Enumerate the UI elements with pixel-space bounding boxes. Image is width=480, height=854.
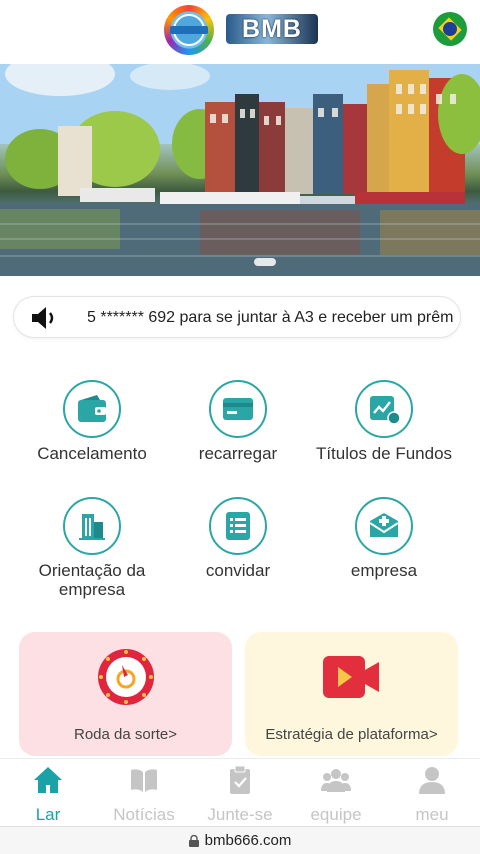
list-icon: [209, 497, 267, 555]
tab-noticias[interactable]: Notícias: [96, 759, 192, 827]
tab-lar[interactable]: Lar: [0, 759, 96, 827]
grid-label: recarregar: [198, 444, 278, 463]
browser-url-bar[interactable]: bmb666.com: [0, 826, 480, 854]
lucky-wheel-card[interactable]: Roda da sorte>: [19, 632, 232, 756]
grid-label: convidar: [205, 561, 271, 580]
tab-meu[interactable]: meu: [384, 759, 480, 827]
bottom-tab-bar: Lar Notícias Junte-se equipe meu: [0, 758, 480, 826]
card-icon: [209, 380, 267, 438]
brazil-flag-icon[interactable]: [433, 12, 467, 46]
news-icon: [131, 769, 157, 792]
grid-item-empresa[interactable]: empresa: [304, 497, 464, 587]
clipboard-icon: [230, 765, 250, 794]
user-icon: [419, 767, 445, 794]
globe-logo-icon: [164, 5, 214, 55]
hero-banner[interactable]: [0, 64, 480, 276]
brand-logo: BMB: [226, 14, 318, 44]
grid-label: Orientação da empresa: [38, 561, 146, 599]
announcement-marquee: 5 ******* 692 para se juntar à A3 e rece…: [13, 296, 461, 338]
tab-junte-se[interactable]: Junte-se: [192, 759, 288, 827]
tab-label: meu: [415, 805, 449, 824]
mail-icon: [355, 497, 413, 555]
platform-strategy-card[interactable]: Estratégia de plataforma>: [245, 632, 458, 756]
grid-item-titulos-de-fundos[interactable]: Títulos de Fundos: [304, 380, 464, 470]
wallet-icon: [63, 380, 121, 438]
grid-item-convidar[interactable]: convidar: [158, 497, 318, 587]
grid-item-orientacao-da-empresa[interactable]: Orientação da empresa: [12, 497, 172, 603]
grid-label: Títulos de Fundos: [315, 444, 453, 463]
tab-label: Lar: [35, 805, 61, 824]
speaker-icon: [32, 307, 54, 329]
tab-label: equipe: [310, 805, 362, 824]
team-icon: [321, 769, 351, 792]
tab-equipe[interactable]: equipe: [288, 759, 384, 827]
card-label: Estratégia de plataforma>: [265, 726, 438, 743]
announcement-text: 5 ******* 692 para se juntar à A3 e rece…: [87, 309, 454, 326]
app-screen: BMB 5 ******* 692 para se juntar à A3 e …: [0, 0, 480, 854]
canal-houses-image: [0, 64, 480, 276]
video-icon: [323, 656, 379, 698]
url-text: bmb666.com: [204, 832, 292, 849]
building-icon: [63, 497, 121, 555]
carousel-indicator[interactable]: [254, 258, 276, 266]
top-header: BMB: [0, 0, 480, 62]
lock-icon: [188, 834, 199, 847]
grid-item-recarregar[interactable]: recarregar: [158, 380, 318, 470]
grid-label: empresa: [350, 561, 418, 580]
card-label: Roda da sorte>: [74, 726, 177, 743]
tab-label: Notícias: [113, 805, 175, 824]
wheel-icon: [98, 649, 154, 705]
grid-item-cancelamento[interactable]: Cancelamento: [12, 380, 172, 470]
tab-label: Junte-se: [207, 805, 273, 824]
home-icon: [34, 767, 62, 793]
fund-chart-icon: [355, 380, 413, 438]
grid-label: Cancelamento: [37, 444, 147, 463]
